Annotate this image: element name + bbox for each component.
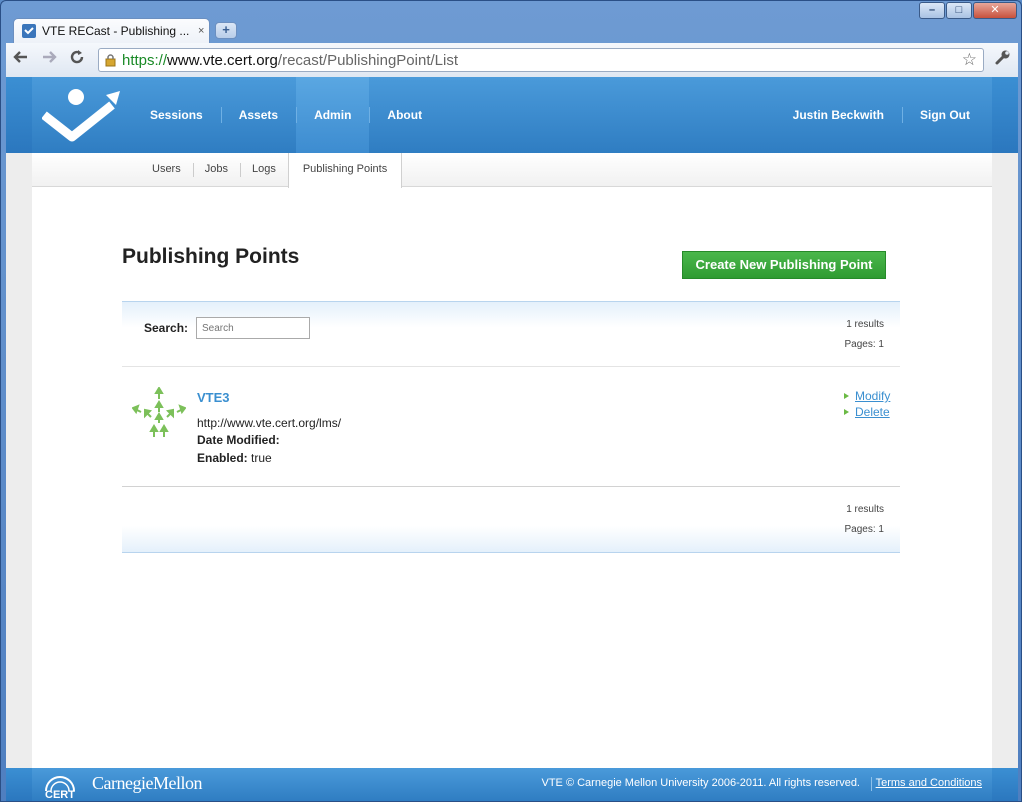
window-controls: – □ ✕ — [918, 2, 1017, 19]
wrench-icon[interactable] — [994, 49, 1011, 71]
admin-subnav: Users Jobs Logs Publishing Points — [32, 153, 992, 188]
publishing-point-name-link[interactable]: VTE3 — [197, 390, 230, 405]
address-bar[interactable]: https:// www.vte.cert.org /recast/Publis… — [98, 48, 984, 72]
vte-logo[interactable] — [41, 87, 122, 143]
page-viewport: Sessions Assets Admin About Justin Beckw… — [6, 77, 1018, 801]
forward-icon[interactable] — [36, 47, 62, 73]
results-count-bottom: 1 results — [846, 504, 884, 515]
reload-icon[interactable] — [64, 47, 90, 73]
bullet-arrow-icon — [844, 409, 849, 415]
pages-indicator: Pages: 1 — [844, 339, 884, 350]
nav-sessions[interactable]: Sessions — [132, 77, 221, 153]
publishing-point-icon — [131, 386, 187, 439]
user-name-link[interactable]: Justin Beckwith — [775, 77, 902, 153]
enabled-status: Enabled: true — [197, 451, 272, 465]
page-title: Publishing Points — [122, 245, 300, 268]
url-path: /recast/PublishingPoint/List — [277, 51, 459, 69]
user-nav: Justin Beckwith Sign Out — [775, 77, 988, 153]
nav-admin[interactable]: Admin — [296, 77, 370, 153]
list-item: VTE3 http://www.vte.cert.org/lms/ Date M… — [122, 367, 900, 487]
terms-link[interactable]: Terms and Conditions — [876, 777, 982, 789]
results-count: 1 results — [846, 319, 884, 330]
nav-assets[interactable]: Assets — [220, 77, 296, 153]
minimize-button[interactable]: – — [919, 2, 945, 19]
tab-strip: VTE RECast - Publishing ... × + – □ ✕ — [1, 1, 1021, 43]
search-panel: Search: 1 results Pages: 1 — [122, 301, 900, 367]
nav-about[interactable]: About — [369, 77, 440, 153]
delete-link[interactable]: Delete — [844, 405, 890, 419]
browser-toolbar: https:// www.vte.cert.org /recast/Publis… — [6, 43, 1018, 77]
subnav-publishing-points[interactable]: Publishing Points — [287, 153, 403, 188]
bullet-arrow-icon — [844, 393, 849, 399]
search-input[interactable] — [196, 317, 310, 339]
maximize-button[interactable]: □ — [946, 2, 972, 19]
delete-label: Delete — [855, 405, 890, 419]
date-modified: Date Modified: — [197, 433, 280, 447]
date-modified-label: Date Modified: — [197, 433, 280, 447]
close-window-button[interactable]: ✕ — [973, 2, 1017, 19]
footer-divider — [871, 777, 872, 791]
enabled-value: true — [251, 451, 272, 465]
modify-label: Modify — [855, 389, 891, 403]
site-footer: CERT CarnegieMellon VTE © Carnegie Mello… — [6, 768, 1018, 801]
publishing-point-url: http://www.vte.cert.org/lms/ — [197, 416, 342, 430]
browser-tab[interactable]: VTE RECast - Publishing ... × — [13, 18, 210, 43]
subnav-jobs[interactable]: Jobs — [192, 153, 240, 187]
sign-out-link[interactable]: Sign Out — [902, 77, 988, 153]
copyright-text: VTE © Carnegie Mellon University 2006-20… — [541, 777, 861, 789]
search-label: Search: — [144, 321, 189, 335]
pages-indicator-bottom: Pages: 1 — [844, 524, 884, 535]
new-tab-button[interactable]: + — [215, 22, 237, 39]
pagination-panel: 1 results Pages: 1 — [122, 487, 900, 553]
cert-logo[interactable]: CERT — [42, 771, 78, 801]
url-host: www.vte.cert.org — [167, 51, 278, 69]
subnav-logs[interactable]: Logs — [239, 153, 288, 187]
back-icon[interactable] — [8, 47, 34, 73]
header-inner: Sessions Assets Admin About Justin Beckw… — [32, 77, 992, 153]
svg-text:CERT: CERT — [45, 789, 75, 799]
tab-close-icon[interactable]: × — [198, 25, 204, 37]
cmu-logo[interactable]: CarnegieMellon — [92, 773, 202, 794]
modify-link[interactable]: Modify — [844, 389, 890, 403]
main-nav: Sessions Assets Admin About — [132, 77, 440, 153]
site-header: Sessions Assets Admin About Justin Beckw… — [6, 77, 1018, 153]
footer-inner: CERT CarnegieMellon VTE © Carnegie Mello… — [32, 768, 992, 801]
create-publishing-point-button[interactable]: Create New Publishing Point — [682, 251, 886, 279]
page-content: Users Jobs Logs Publishing Points Publis… — [32, 153, 992, 768]
star-icon[interactable]: ☆ — [962, 50, 977, 70]
browser-window: VTE RECast - Publishing ... × + – □ ✕ ht… — [0, 0, 1022, 802]
tab-title: VTE RECast - Publishing ... — [42, 24, 190, 38]
lock-icon — [105, 54, 116, 67]
vte-favicon-icon — [22, 24, 36, 38]
subnav-users[interactable]: Users — [140, 153, 193, 187]
enabled-label: Enabled: — [197, 451, 248, 465]
url-scheme: https:// — [122, 51, 168, 69]
